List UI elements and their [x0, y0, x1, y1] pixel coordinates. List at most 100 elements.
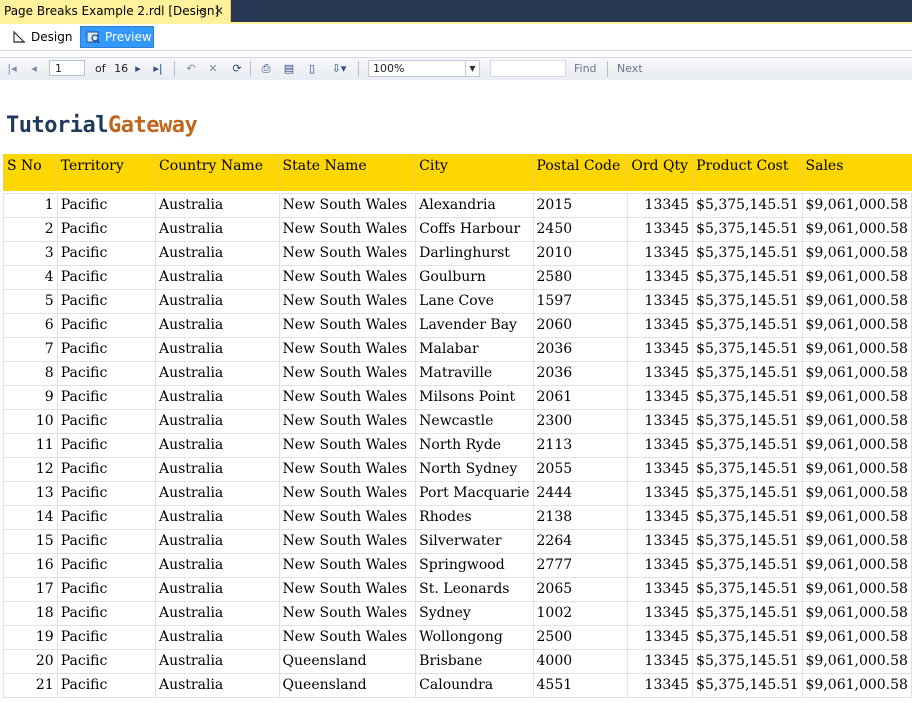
cell-product-cost: $5,375,145.51	[692, 336, 803, 362]
toolbar-separator	[358, 61, 359, 77]
cell-territory: Pacific	[56, 480, 156, 506]
table-row: 20 Pacific Australia Queensland Brisbane 4000…	[3, 648, 912, 674]
table-row: 15 Pacific Australia New South Wales Silverw…	[3, 528, 912, 554]
cell-postal-code: 4551	[532, 672, 629, 698]
table-row: 21 Pacific Australia Queensland Caloundra 455…	[3, 672, 912, 698]
cell-product-cost: $5,375,145.51	[692, 240, 803, 266]
table-row: 7 Pacific Australia New South Wales Malabar 2…	[3, 336, 912, 362]
cell-ord-qty: 13345	[627, 192, 694, 218]
close-icon[interactable]: ✕	[214, 0, 224, 22]
chevron-down-icon[interactable]: ▼	[465, 61, 479, 76]
cell-s-no: 5	[3, 288, 58, 314]
cell-territory: Pacific	[56, 432, 156, 458]
table-row: 16 Pacific Australia New South Wales Springw…	[3, 552, 912, 578]
table-row: 18 Pacific Australia New South Wales Sydney 1…	[3, 600, 912, 626]
zoom-select[interactable]: 100% ▼	[368, 60, 480, 77]
cell-city: Sydney	[415, 600, 534, 626]
cell-city: Springwood	[415, 552, 534, 578]
cell-territory: Pacific	[56, 552, 156, 578]
cell-state-name: New South Wales	[278, 504, 417, 530]
cell-sales: $9,061,000.58	[801, 552, 912, 578]
cell-postal-code: 2444	[532, 480, 629, 506]
last-page-icon[interactable]: ▸|	[150, 61, 166, 77]
back-icon[interactable]: ↶	[183, 61, 199, 77]
column-header-ord-qty: Ord Qty	[627, 154, 693, 191]
cell-postal-code: 2036	[532, 336, 629, 362]
cell-postal-code: 2010	[532, 240, 629, 266]
cell-territory: Pacific	[56, 576, 156, 602]
cell-state-name: New South Wales	[278, 360, 417, 386]
column-header-territory: Territory	[56, 154, 156, 191]
page-number-input[interactable]: 1	[49, 60, 85, 76]
cell-territory: Pacific	[56, 504, 156, 530]
cell-postal-code: 2777	[532, 552, 629, 578]
document-tab-strip: Page Breaks Example 2.rdl [Design] ⊸ ✕	[0, 0, 912, 22]
cell-country-name: Australia	[154, 360, 280, 386]
column-header-sales: Sales	[801, 154, 912, 191]
cell-s-no: 6	[3, 312, 58, 338]
stop-icon[interactable]: ✕	[205, 61, 221, 77]
cell-country-name: Australia	[154, 432, 280, 458]
cell-postal-code: 2055	[532, 456, 629, 482]
first-page-icon[interactable]: |◂	[4, 61, 20, 77]
cell-product-cost: $5,375,145.51	[692, 216, 803, 242]
cell-city: Goulburn	[415, 264, 534, 290]
cell-country-name: Australia	[154, 600, 280, 626]
cell-s-no: 4	[3, 264, 58, 290]
cell-country-name: Australia	[154, 312, 280, 338]
toolbar-separator	[250, 61, 251, 77]
logo-part-2: Gateway	[107, 113, 198, 138]
find-input[interactable]	[490, 60, 566, 77]
print-layout-icon[interactable]: ▤	[281, 61, 297, 77]
cell-territory: Pacific	[56, 216, 156, 242]
cell-city: Port Macquarie	[415, 480, 534, 506]
tab-preview[interactable]: Preview	[80, 26, 154, 48]
cell-territory: Pacific	[56, 600, 156, 626]
cell-ord-qty: 13345	[627, 264, 694, 290]
page-setup-icon[interactable]: ▯	[304, 61, 320, 77]
cell-ord-qty: 13345	[627, 240, 694, 266]
cell-state-name: New South Wales	[278, 456, 417, 482]
cell-product-cost: $5,375,145.51	[692, 576, 803, 602]
cell-product-cost: $5,375,145.51	[692, 384, 803, 410]
cell-sales: $9,061,000.58	[801, 600, 912, 626]
cell-s-no: 8	[3, 360, 58, 386]
document-tab[interactable]: Page Breaks Example 2.rdl [Design] ⊸ ✕	[0, 0, 231, 22]
cell-s-no: 1	[3, 192, 58, 218]
refresh-icon[interactable]: ⟳	[229, 61, 245, 77]
cell-s-no: 10	[3, 408, 58, 434]
find-button[interactable]: Find	[574, 61, 597, 77]
print-icon[interactable]: ⎙	[258, 61, 274, 77]
export-icon[interactable]: ⇩▾	[328, 61, 350, 77]
cell-product-cost: $5,375,145.51	[692, 312, 803, 338]
cell-state-name: Queensland	[278, 672, 417, 698]
cell-country-name: Australia	[154, 552, 280, 578]
cell-sales: $9,061,000.58	[801, 288, 912, 314]
cell-city: North Ryde	[415, 432, 534, 458]
cell-ord-qty: 13345	[627, 576, 694, 602]
cell-territory: Pacific	[56, 240, 156, 266]
cell-product-cost: $5,375,145.51	[692, 504, 803, 530]
next-button[interactable]: Next	[617, 61, 643, 77]
cell-sales: $9,061,000.58	[801, 576, 912, 602]
tab-design[interactable]: Design	[6, 26, 76, 48]
cell-territory: Pacific	[56, 648, 156, 674]
cell-country-name: Australia	[154, 576, 280, 602]
cell-city: Wollongong	[415, 624, 534, 650]
pin-icon[interactable]: ⊸	[197, 0, 206, 22]
cell-s-no: 21	[3, 672, 58, 698]
cell-ord-qty: 13345	[627, 360, 694, 386]
cell-product-cost: $5,375,145.51	[692, 624, 803, 650]
previous-page-icon[interactable]: ◂	[26, 61, 42, 77]
cell-territory: Pacific	[56, 192, 156, 218]
next-page-icon[interactable]: ▸	[130, 61, 146, 77]
cell-sales: $9,061,000.58	[801, 360, 912, 386]
cell-country-name: Australia	[154, 192, 280, 218]
cell-sales: $9,061,000.58	[801, 480, 912, 506]
cell-product-cost: $5,375,145.51	[692, 192, 803, 218]
cell-country-name: Australia	[154, 648, 280, 674]
cell-sales: $9,061,000.58	[801, 240, 912, 266]
cell-ord-qty: 13345	[627, 624, 694, 650]
cell-s-no: 9	[3, 384, 58, 410]
cell-sales: $9,061,000.58	[801, 264, 912, 290]
